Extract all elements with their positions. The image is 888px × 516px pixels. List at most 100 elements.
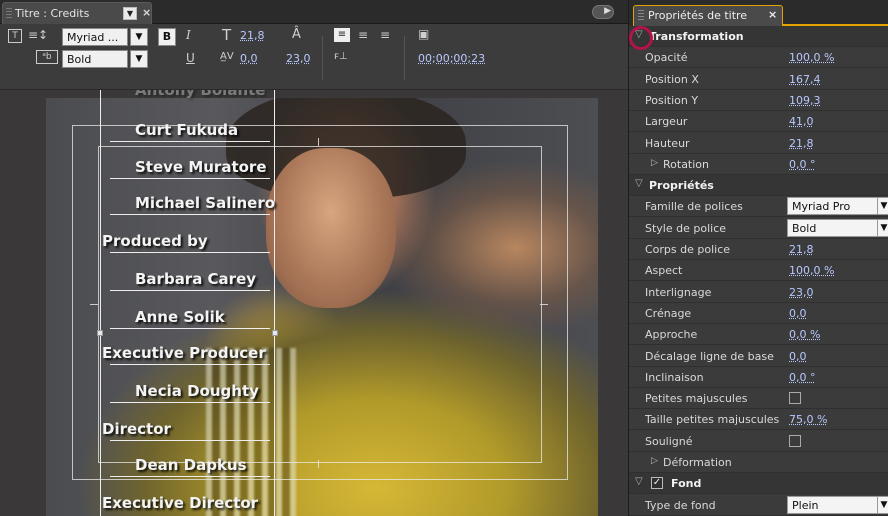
property-value[interactable]: 21,8 <box>789 243 814 256</box>
font-family-field[interactable]: Myriad ... <box>62 28 128 46</box>
font-size-icon: T <box>222 26 232 44</box>
property-value[interactable]: 75,0 % <box>789 413 827 426</box>
credit-line[interactable]: Produced by <box>102 232 208 250</box>
font-size-value[interactable]: 21,8 <box>240 29 265 42</box>
font-style-field[interactable]: Bold <box>62 50 128 68</box>
property-dropdown[interactable]: Plein <box>787 495 879 514</box>
tab-close-icon[interactable]: × <box>768 8 777 21</box>
properties-tab[interactable]: Propriétés de titre × <box>633 5 783 26</box>
property-section-header[interactable]: ▽ Transformation <box>629 26 888 47</box>
tab-stops-icon[interactable]: ꜰ⊥ <box>334 51 348 62</box>
guide-tick <box>90 304 98 305</box>
credit-line[interactable]: Anne Solik <box>135 308 225 326</box>
section-label: Transformation <box>649 30 744 43</box>
section-enable-checkbox[interactable]: ✓ <box>651 477 663 490</box>
text-underline <box>110 252 270 253</box>
property-value[interactable]: 0,0 % <box>789 328 820 341</box>
credit-line[interactable]: Executive Director <box>102 494 258 512</box>
property-section-header[interactable]: ▽ Propriétés <box>629 175 888 197</box>
property-checkbox[interactable] <box>789 434 801 447</box>
templates-icon[interactable]: ᵃb <box>36 50 58 64</box>
property-label: Corps de police <box>645 243 731 256</box>
expand-triangle-icon[interactable]: ▷ <box>651 158 658 168</box>
property-dropdown[interactable]: Myriad Pro <box>787 197 879 216</box>
panel-menu-icon[interactable] <box>592 5 614 19</box>
property-value[interactable]: 21,8 <box>789 137 814 150</box>
titler-tab[interactable]: Titre : Credits ▼ × <box>2 2 152 24</box>
title-based-on-icon[interactable]: T <box>8 29 22 43</box>
property-row: Largeur 41,0 <box>629 111 888 133</box>
property-value[interactable]: 100,0 % <box>789 51 834 64</box>
credit-line[interactable]: Executive Producer <box>102 344 266 362</box>
timecode-value[interactable]: 00;00;00;23 <box>418 52 485 65</box>
text-underline <box>110 476 270 477</box>
property-value[interactable]: 0,0 ° <box>789 371 816 384</box>
property-value[interactable]: 0,0 <box>789 350 807 363</box>
property-value[interactable]: 167,4 <box>789 73 821 86</box>
text-box-frame[interactable] <box>100 90 275 516</box>
font-family-dropdown[interactable]: ▼ <box>130 28 148 46</box>
credit-line[interactable]: Curt Fukuda <box>135 121 238 139</box>
grip-icon[interactable] <box>6 8 12 20</box>
roll-crawl-icon[interactable]: ≡↕ <box>28 28 48 42</box>
property-value[interactable]: 41,0 <box>789 115 814 128</box>
property-value[interactable]: 0,0 ° <box>789 158 816 171</box>
bold-button[interactable]: B <box>158 28 176 46</box>
credit-line[interactable]: Steve Muratore <box>135 158 267 176</box>
text-underline <box>110 364 270 365</box>
expand-triangle-icon[interactable]: ▽ <box>635 476 643 487</box>
property-value[interactable]: 100,0 % <box>789 264 834 277</box>
property-label: Déformation <box>663 456 732 469</box>
toolbar-separator <box>404 36 405 80</box>
tab-close-icon[interactable]: × <box>142 6 151 19</box>
resize-handle[interactable] <box>272 330 278 336</box>
credit-line[interactable]: Director <box>102 420 171 438</box>
titler-toolbar: T ≡↕ Myriad ... ▼ B I T 21,8 Â ≡ ≡ ≡ ▣ ᵃ… <box>0 24 628 90</box>
chevron-down-icon[interactable]: ▼ <box>877 218 888 237</box>
credit-line[interactable]: Michael Salinero <box>135 194 275 212</box>
property-label: Décalage ligne de base <box>645 349 774 363</box>
expand-triangle-icon[interactable]: ▽ <box>635 178 643 189</box>
expand-triangle-icon[interactable]: ▷ <box>651 456 658 466</box>
chevron-down-icon[interactable]: ▼ <box>877 197 888 216</box>
property-label: Petites majuscules <box>645 392 748 406</box>
text-underline <box>110 214 270 215</box>
credit-line[interactable]: Necia Doughty <box>135 382 259 400</box>
title-properties-panel: Propriétés de titre × ▽ Transformation Opa… <box>628 0 888 516</box>
property-dropdown[interactable]: Bold <box>787 218 879 237</box>
kerning-value[interactable]: 0,0 <box>240 52 258 65</box>
grip-icon[interactable] <box>638 10 644 22</box>
property-row: Taille petites majuscules 75,0 % <box>629 409 888 431</box>
property-row: Souligné <box>629 431 888 452</box>
property-value[interactable]: 23,0 <box>789 286 814 299</box>
leading-value[interactable]: 23,0 <box>286 52 311 65</box>
text-underline <box>110 141 270 142</box>
tab-menu-button[interactable]: ▼ <box>123 7 137 20</box>
property-label: Style de police <box>645 221 727 235</box>
property-label: Hauteur <box>645 136 690 150</box>
property-row: Inclinaison 0,0 ° <box>629 367 888 388</box>
property-label: Famille de polices <box>645 200 743 214</box>
highlight-circle <box>629 26 653 50</box>
title-canvas[interactable]: Antony Bolante Curt Fukuda Steve Murator… <box>0 90 628 516</box>
text-underline <box>110 178 270 179</box>
underline-button[interactable]: U <box>186 51 195 65</box>
property-row: Approche 0,0 % <box>629 324 888 346</box>
credit-line[interactable]: Dean Dapkus <box>135 456 247 474</box>
align-left-icon[interactable]: ≡ <box>334 28 350 42</box>
align-right-icon[interactable]: ≡ <box>380 28 390 42</box>
credit-line[interactable]: Barbara Carey <box>135 270 256 288</box>
background-video-icon[interactable]: ▣ <box>418 27 429 41</box>
italic-button[interactable]: I <box>186 28 191 42</box>
property-value[interactable]: 109,3 <box>789 94 821 107</box>
credit-line[interactable]: Antony Bolante <box>135 90 265 99</box>
property-value[interactable]: 0,0 <box>789 307 807 320</box>
font-style-dropdown[interactable]: ▼ <box>130 50 148 68</box>
align-center-icon[interactable]: ≡ <box>358 28 368 42</box>
property-row: Opacité 100,0 % <box>629 47 888 69</box>
section-label: Fond <box>671 477 702 491</box>
chevron-down-icon[interactable]: ▼ <box>877 495 888 514</box>
property-section-header[interactable]: ▽ ✓ Fond <box>629 473 888 495</box>
property-checkbox[interactable] <box>789 392 801 405</box>
resize-handle[interactable] <box>97 330 103 336</box>
